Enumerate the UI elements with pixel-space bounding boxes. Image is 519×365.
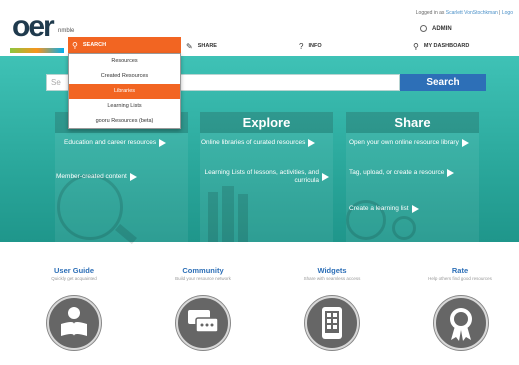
book-spine-icon (208, 192, 218, 242)
feature-community-subtitle: Build your resource network (175, 276, 231, 281)
panel-explore-link-2-label: Learning Lists of lessons, activities, a… (204, 169, 319, 184)
book-spine-icon (222, 186, 234, 242)
arrow-right-icon (411, 205, 419, 213)
nav-search-label: SEARCH (82, 42, 107, 48)
magnifier-icon (57, 174, 123, 240)
arrow-right-icon (308, 139, 316, 147)
share-pen-icon: ✎ (186, 41, 193, 51)
login-prefix: Logged in as (415, 10, 445, 16)
login-action-link[interactable]: Logo (502, 10, 513, 16)
dropdown-item-gooru-resources[interactable]: gooru Resources (beta) (69, 114, 180, 129)
feature-user-guide-title: User Guide (53, 266, 94, 275)
panel-explore-link-1-label: Online libraries of curated resources (201, 139, 306, 146)
panel-share-link-1-label: Open your own online resource library (349, 139, 459, 146)
nav-share-label: SHARE (197, 43, 217, 49)
feature-rate-title: Rate (451, 266, 469, 275)
feature-rate[interactable]: Rate Help others find good resources (405, 266, 515, 281)
login-separator: | (499, 10, 501, 16)
dropdown-item-resources[interactable]: Resources (69, 54, 180, 69)
feature-widgets-subtitle: Share with seamless access (303, 276, 361, 281)
admin-link[interactable]: ADMIN (420, 25, 452, 32)
logo-strip (10, 48, 64, 53)
arrow-right-icon (322, 173, 329, 181)
panel-explore-link-1[interactable]: Online libraries of curated resources (201, 139, 329, 147)
admin-icon (420, 25, 427, 32)
login-status: Logged in as Scarlett VonStochkman | Log… (416, 10, 513, 16)
magnifier-handle (115, 223, 137, 245)
panel-explore-title: Explore (200, 112, 333, 133)
panel-explore: Explore Online libraries of curated reso… (200, 112, 333, 242)
dropdown-item-libraries[interactable]: Libraries (69, 84, 180, 99)
feature-community[interactable]: Community Build your resource network (148, 266, 258, 281)
arrow-right-icon (159, 139, 167, 147)
panel-share-link-2[interactable]: Tag, upload, or create a resource (349, 169, 475, 177)
search-icon: ⚲ (72, 40, 78, 50)
nav-dashboard[interactable]: ⚲ MY DASHBOARD (413, 40, 469, 52)
panel-learn-link-1-label: Education and career resources (64, 139, 157, 146)
panel-share: Share Open your own online resource libr… (346, 112, 479, 242)
panel-learn: Learn Education and career resources Mem… (55, 112, 188, 245)
chat-bubbles-icon[interactable] (176, 296, 230, 350)
question-icon: ? (299, 41, 304, 51)
panel-learn-link-2[interactable]: Member-created content (56, 173, 184, 181)
panel-share-link-3-label: Create a learning list (349, 205, 409, 212)
feature-widgets-title: Widgets (317, 266, 347, 275)
network-node-icon (392, 216, 416, 240)
arrow-right-icon (447, 169, 455, 177)
tablet-icon[interactable] (305, 296, 359, 350)
nav-info-label: INFO (308, 43, 322, 49)
login-user-link[interactable]: Scarlett VonStochkman (446, 10, 498, 16)
search-button[interactable]: Search (400, 74, 486, 91)
feature-user-guide[interactable]: User Guide Quickly get acquainted (19, 266, 129, 281)
feature-rate-subtitle: Help others find good resources (428, 276, 492, 281)
dropdown-item-created-resources[interactable]: Created Resources (69, 69, 180, 84)
feature-community-title: Community (182, 266, 224, 275)
reader-icon[interactable] (47, 296, 101, 350)
search-dropdown-menu: Resources Created Resources Libraries Le… (68, 53, 181, 129)
panel-learn-link-2-label: Member-created content (56, 173, 127, 180)
logo-text: oer (12, 10, 55, 43)
panel-share-link-3[interactable]: Create a learning list (349, 205, 475, 213)
nav-info[interactable]: ? INFO (299, 40, 322, 52)
nav-share[interactable]: ✎ SHARE (186, 40, 217, 52)
panel-learn-link-1[interactable]: Education and career resources (64, 139, 184, 147)
feature-user-guide-subtitle: Quickly get acquainted (51, 276, 97, 281)
feature-widgets[interactable]: Widgets Share with seamless access (277, 266, 387, 281)
panel-share-link-2-label: Tag, upload, or create a resource (349, 169, 445, 176)
logo-subtext: nmble (58, 28, 75, 34)
dashboard-person-icon: ⚲ (413, 41, 419, 51)
dropdown-item-learning-lists[interactable]: Learning Lists (69, 99, 180, 114)
book-spine-icon (238, 194, 248, 242)
arrow-right-icon (129, 173, 137, 181)
panel-share-title: Share (346, 112, 479, 133)
panel-share-link-1[interactable]: Open your own online resource library (349, 139, 475, 147)
award-ribbon-icon[interactable] (434, 296, 488, 350)
nav-search[interactable]: ⚲ SEARCH (68, 37, 181, 53)
arrow-right-icon (461, 139, 469, 147)
admin-label: ADMIN (432, 25, 452, 32)
nav-dashboard-label: MY DASHBOARD (423, 43, 470, 49)
panel-explore-link-2[interactable]: Learning Lists of lessons, activities, a… (201, 169, 329, 185)
